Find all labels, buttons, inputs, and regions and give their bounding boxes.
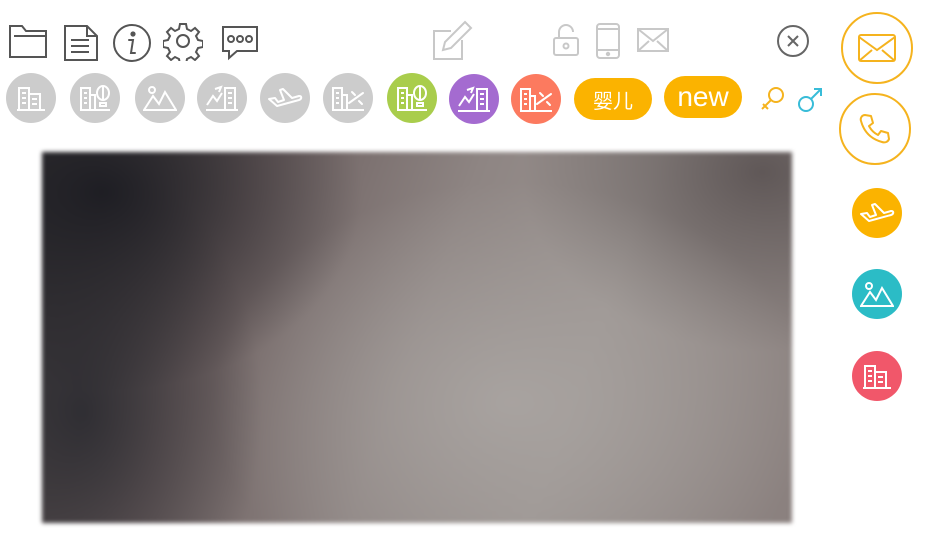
close-icon[interactable] — [776, 24, 810, 58]
chat-icon[interactable] — [220, 25, 260, 61]
unlock-icon[interactable] — [552, 23, 580, 57]
edit-icon[interactable] — [432, 20, 474, 62]
hotel-flight-category-button[interactable] — [323, 73, 373, 123]
mountain-icon — [860, 282, 894, 307]
new-tag-button[interactable]: new — [664, 76, 742, 118]
folder-icon[interactable] — [8, 22, 48, 60]
side-scenery-button[interactable] — [852, 269, 902, 319]
phone-device-icon[interactable] — [595, 23, 621, 59]
side-flight-button[interactable] — [852, 188, 902, 238]
hotel-icon — [863, 365, 891, 389]
trip-hotel-category-button-active[interactable] — [449, 74, 499, 124]
hotel-flight-icon — [332, 87, 364, 111]
hotel-balloon-category-button-active[interactable] — [387, 73, 437, 123]
phone-contact-button[interactable] — [839, 93, 911, 165]
hotel-flight-category-button-active[interactable] — [511, 74, 561, 124]
mail-icon — [858, 34, 896, 62]
side-hotel-button[interactable] — [852, 351, 902, 401]
new-tag-label: new — [677, 81, 729, 112]
baby-tag-button[interactable]: 婴儿 — [574, 78, 652, 120]
mail-contact-button[interactable] — [841, 12, 913, 84]
flight-category-button[interactable] — [260, 73, 310, 123]
hotel-balloon-category-button[interactable] — [70, 73, 120, 123]
hotel-balloon-icon — [397, 85, 427, 111]
female-icon[interactable] — [760, 85, 786, 113]
hotel-category-button[interactable] — [6, 73, 56, 123]
phone-icon — [859, 114, 890, 144]
hotel-balloon-icon — [80, 85, 110, 111]
photo-placeholder — [42, 152, 792, 523]
info-icon[interactable] — [112, 23, 152, 63]
mail-icon[interactable] — [636, 27, 670, 53]
hotel-icon — [17, 87, 45, 111]
plane-icon — [860, 203, 895, 222]
gear-icon[interactable] — [163, 21, 203, 61]
trip-hotel-category-button[interactable] — [197, 73, 247, 123]
document-icon[interactable] — [63, 24, 99, 62]
trip-hotel-icon — [458, 86, 490, 112]
male-icon[interactable] — [796, 86, 824, 114]
baby-tag-label: 婴儿 — [593, 88, 633, 113]
trip-hotel-icon — [206, 85, 238, 111]
hotel-flight-icon — [520, 88, 552, 112]
plane-icon — [268, 88, 303, 107]
mountain-icon — [143, 86, 177, 111]
scenery-category-button[interactable] — [135, 73, 185, 123]
